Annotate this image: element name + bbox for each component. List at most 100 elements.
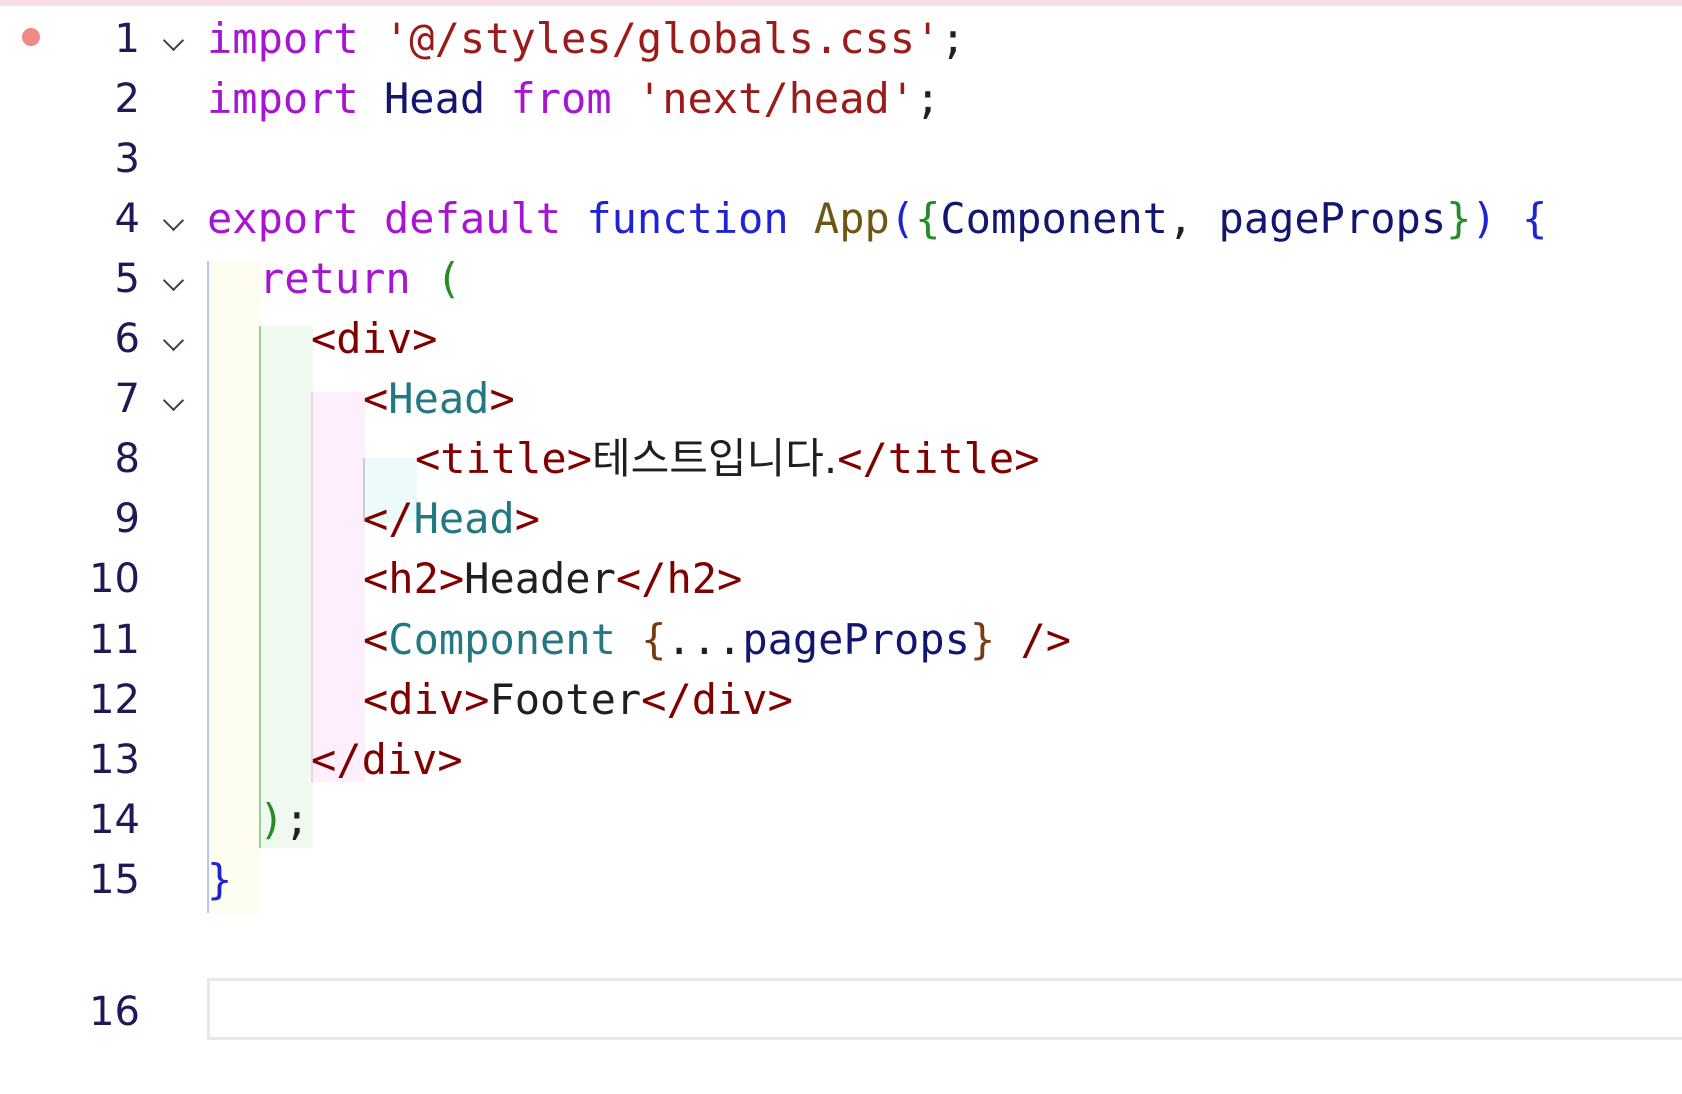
- code-line-3[interactable]: 3: [0, 127, 1682, 192]
- code-line-14[interactable]: 14 );: [0, 788, 1682, 853]
- identifier-token: Head: [384, 74, 486, 123]
- chevron-down-icon[interactable]: [162, 209, 185, 232]
- code-text[interactable]: </Head>: [363, 494, 540, 544]
- tag-token: <: [363, 374, 389, 423]
- keyword-token: function: [586, 194, 789, 243]
- code-line-6[interactable]: 6 <div>: [0, 307, 1682, 372]
- code-line-8[interactable]: 8 <title>테스트입니다.</title>: [0, 427, 1682, 492]
- code-text[interactable]: export default function App({Component, …: [207, 194, 1547, 244]
- line-number[interactable]: 6: [0, 317, 140, 361]
- code-line-11[interactable]: 11 <Component {...pageProps} />: [0, 608, 1682, 673]
- code-line-16[interactable]: 16: [0, 978, 1682, 1043]
- identifier-token: pageProps: [1218, 194, 1447, 243]
- code-line-15[interactable]: 15 }: [0, 848, 1682, 913]
- tag-token: >: [489, 374, 515, 423]
- code-text[interactable]: <Head>: [363, 374, 515, 424]
- line-number[interactable]: 1: [0, 17, 140, 61]
- code-text[interactable]: <div>Footer</div>: [363, 675, 793, 725]
- code-text[interactable]: }: [207, 855, 232, 905]
- brace-token: }: [1446, 194, 1472, 243]
- tag-token: />: [995, 615, 1072, 664]
- tag-token: >: [514, 494, 541, 543]
- tag-token: <: [363, 615, 389, 664]
- brace-token: }: [969, 615, 996, 664]
- line-number[interactable]: 12: [0, 678, 140, 722]
- text-token: Header: [464, 554, 616, 603]
- code-line-10[interactable]: 10 <h2>Header</h2>: [0, 547, 1682, 612]
- component-token: Head: [413, 494, 515, 543]
- code-line-9[interactable]: 9 </Head>: [0, 487, 1682, 552]
- keyword-token: default: [384, 194, 562, 243]
- line-number[interactable]: 4: [0, 197, 140, 241]
- code-text[interactable]: import '@/styles/globals.css';: [207, 14, 966, 64]
- brace-token: }: [207, 855, 233, 904]
- code-editor[interactable]: 1 import '@/styles/globals.css'; 2 impor…: [0, 0, 1682, 1094]
- line-number[interactable]: 3: [0, 137, 140, 181]
- paren-token: ): [1471, 194, 1497, 243]
- tag-token: </div>: [641, 675, 793, 724]
- function-name-token: App: [813, 194, 890, 243]
- code-text[interactable]: </div>: [311, 735, 463, 785]
- component-token: Component: [388, 615, 616, 664]
- code-text[interactable]: <Component {...pageProps} />: [363, 615, 1071, 665]
- line-number[interactable]: 14: [0, 798, 140, 842]
- code-text[interactable]: );: [259, 795, 310, 845]
- punct-token: ;: [915, 74, 941, 123]
- line-number[interactable]: 16: [0, 990, 140, 1034]
- chevron-down-icon[interactable]: [162, 29, 185, 52]
- identifier-token: pageProps: [742, 615, 970, 664]
- tag-token: </h2>: [615, 554, 743, 603]
- code-text[interactable]: import Head from 'next/head';: [207, 74, 940, 124]
- brace-token: {: [915, 194, 941, 243]
- line-number[interactable]: 5: [0, 257, 140, 301]
- line-number[interactable]: 13: [0, 738, 140, 782]
- string-token: '@/styles/globals.css': [384, 14, 941, 63]
- line-number[interactable]: 15: [0, 858, 140, 902]
- code-text[interactable]: return (: [259, 254, 461, 304]
- paren-token: (: [889, 194, 916, 243]
- code-line-12[interactable]: 12 <div>Footer</div>: [0, 668, 1682, 733]
- component-token: Head: [388, 374, 490, 423]
- code-line-4[interactable]: 4 export default function App({Component…: [0, 187, 1682, 252]
- tag-token: <title>: [415, 434, 593, 483]
- code-line-1[interactable]: 1 import '@/styles/globals.css';: [0, 7, 1682, 72]
- tag-token: </: [363, 494, 414, 543]
- keyword-token: return: [259, 254, 411, 303]
- code-line-13[interactable]: 13 </div>: [0, 728, 1682, 793]
- chevron-down-icon[interactable]: [162, 329, 185, 352]
- code-line-7[interactable]: 7 <Head>: [0, 367, 1682, 432]
- tag-token: <div>: [363, 675, 490, 724]
- line-number[interactable]: 7: [0, 377, 140, 421]
- line-number[interactable]: 2: [0, 77, 140, 121]
- keyword-token: export: [207, 194, 359, 243]
- line-number[interactable]: 10: [0, 557, 140, 601]
- string-token: 'next/head': [636, 74, 916, 123]
- code-text[interactable]: <title>테스트입니다.</title>: [415, 434, 1040, 484]
- line-number[interactable]: 8: [0, 437, 140, 481]
- line-number[interactable]: 11: [0, 618, 140, 662]
- tag-token: <h2>: [363, 554, 465, 603]
- paren-token: (: [436, 254, 462, 303]
- punct-token: ;: [284, 795, 310, 844]
- text-token: 테스트입니다.: [592, 434, 838, 483]
- editor-top-border: [0, 0, 1682, 6]
- tag-token: </title>: [837, 434, 1040, 483]
- code-line-2[interactable]: 2 import Head from 'next/head';: [0, 67, 1682, 132]
- chevron-down-icon[interactable]: [162, 269, 185, 292]
- code-text[interactable]: <h2>Header</h2>: [363, 554, 742, 604]
- chevron-down-icon[interactable]: [162, 389, 185, 412]
- identifier-token: Component: [940, 194, 1168, 243]
- tag-token: <div>: [311, 314, 438, 363]
- code-line-5[interactable]: 5 return (: [0, 247, 1682, 312]
- code-text[interactable]: <div>: [311, 314, 437, 364]
- line-number[interactable]: 9: [0, 497, 140, 541]
